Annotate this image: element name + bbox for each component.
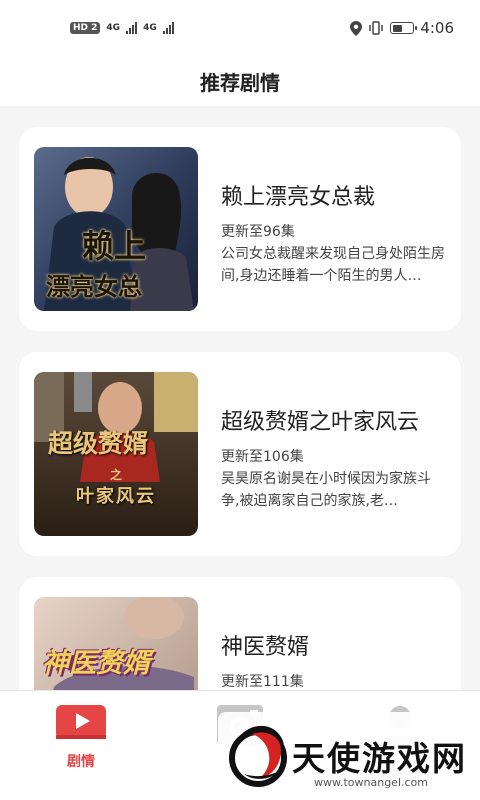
watermark-name: 天使游戏网 <box>292 739 467 778</box>
episode-count: 更新至111集 <box>221 674 304 690</box>
episode-count: 更新至96集 <box>221 224 295 240</box>
status-bar: HD 2 4G 4G 4:06 <box>0 0 480 56</box>
location-icon <box>350 20 363 36</box>
drama-card[interactable]: 超级赘婿 之 叶家风云 超级赘婿之叶家风云 更新至106集 吴昊原名谢昊在小时候… <box>19 352 461 556</box>
watermark: 天使游戏网 www.townangel.com <box>218 712 480 800</box>
battery-icon <box>390 22 418 34</box>
tab-label: 剧情 <box>67 754 95 770</box>
signal-icon-2 <box>162 22 174 34</box>
drama-description: 公司女总裁醒来发现自己身处陌生房间,身边还睡着一个陌生的男人… <box>221 246 445 284</box>
poster-title-2: 漂亮女总 <box>46 272 142 301</box>
drama-info: 超级赘婿之叶家风云 更新至106集 吴昊原名谢昊在小时候因为家族斗争,被迫离家自… <box>221 352 445 512</box>
poster-title-1: 超级赘婿 <box>48 429 149 458</box>
watermark-url: www.townangel.com <box>314 776 428 789</box>
episode-count: 更新至106集 <box>221 449 304 465</box>
clock: 4:06 <box>420 19 454 37</box>
drama-title[interactable]: 超级赘婿之叶家风云 <box>221 404 445 436</box>
drama-info: 赖上漂亮女总裁 更新至96集 公司女总裁醒来发现自己身处陌生房间,身边还睡着一个… <box>221 127 445 287</box>
watermark-logo <box>229 725 287 787</box>
signal-icon <box>126 22 138 34</box>
network-type-2: 4G <box>143 23 157 33</box>
drama-description: 吴昊原名谢昊在小时候因为家族斗争,被迫离家自己的家族,老… <box>221 471 431 509</box>
hd-badge: HD 2 <box>70 22 101 34</box>
app-header: 推荐剧情 <box>0 56 480 106</box>
vibrate-icon <box>369 21 384 35</box>
drama-cover[interactable]: 赖上 漂亮女总 <box>34 147 198 311</box>
status-left: HD 2 4G 4G <box>70 22 174 34</box>
status-right: 4:06 <box>350 19 454 37</box>
drama-card[interactable]: 神医赘婿 神医赘婿 更新至111集 <box>19 577 461 690</box>
drama-title[interactable]: 赖上漂亮女总裁 <box>221 179 445 211</box>
network-type-1: 4G <box>106 23 121 33</box>
drama-info: 神医赘婿 更新至111集 <box>221 577 445 690</box>
page-title: 推荐剧情 <box>200 70 280 95</box>
drama-cover[interactable]: 超级赘婿 之 叶家风云 <box>34 372 198 536</box>
drama-card[interactable]: 赖上 漂亮女总 赖上漂亮女总裁 更新至96集 公司女总裁醒来发现自己身处陌生房间… <box>19 127 461 331</box>
drama-cover[interactable]: 神医赘婿 <box>34 597 198 690</box>
poster-title-2: 之 <box>110 468 123 482</box>
poster-title-1: 赖上 <box>82 227 147 265</box>
poster-title-3: 叶家风云 <box>76 486 156 507</box>
play-icon <box>56 705 106 739</box>
tab-drama[interactable]: 剧情 <box>33 703 129 771</box>
drama-list[interactable]: 赖上 漂亮女总 赖上漂亮女总裁 更新至96集 公司女总裁醒来发现自己身处陌生房间… <box>0 106 480 690</box>
poster-title-1: 神医赘婿 <box>42 648 150 679</box>
drama-title[interactable]: 神医赘婿 <box>221 629 445 661</box>
